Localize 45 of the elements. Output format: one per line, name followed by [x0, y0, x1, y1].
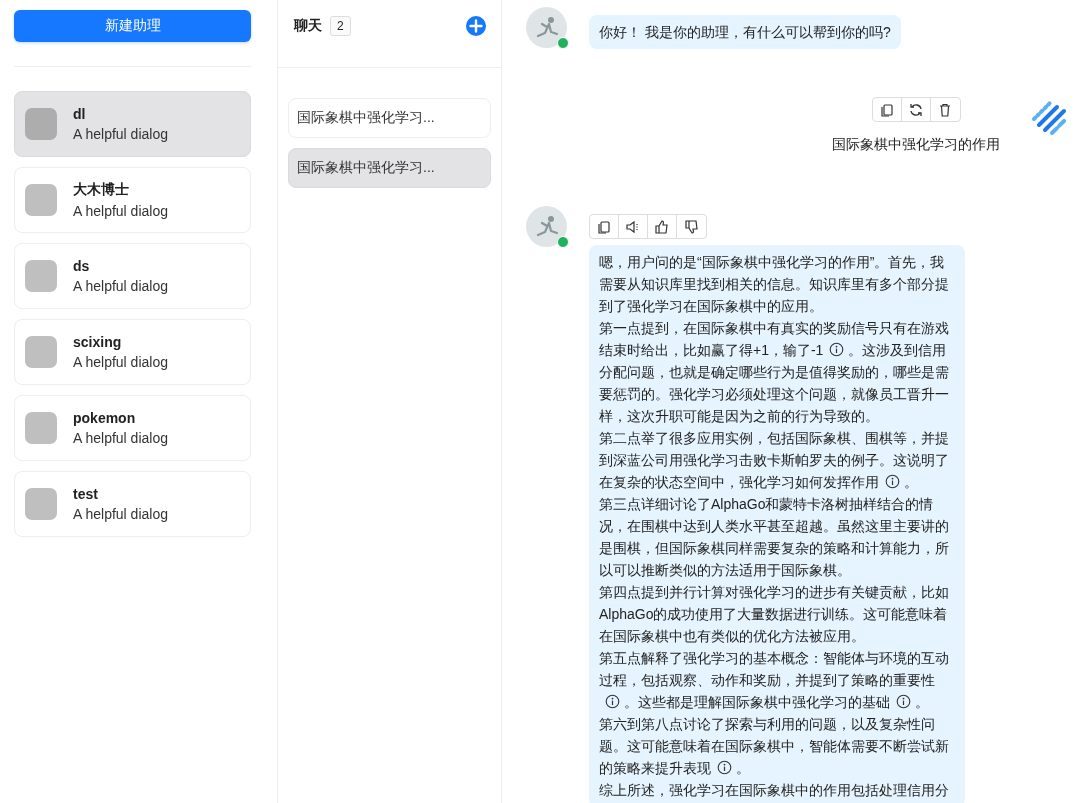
assistant-avatar — [25, 184, 57, 216]
assistant-message-bubble: 你好！ 我是你的助理，有什么可以帮到你的吗? — [589, 15, 901, 49]
assistant-description: A helpful dialog — [73, 126, 168, 142]
info-icon[interactable] — [605, 694, 620, 709]
copy-icon — [878, 101, 895, 118]
info-icon[interactable] — [717, 760, 732, 775]
new-assistant-button[interactable]: 新建助理 — [14, 10, 251, 42]
assistant-card[interactable]: ds A helpful dialog — [14, 243, 251, 309]
info-icon[interactable] — [885, 474, 900, 489]
user-message: 国际象棋中强化学习的作用 — [832, 136, 1000, 154]
assistant-avatar — [25, 412, 57, 444]
info-icon[interactable] — [896, 694, 911, 709]
assistant-name: pokemon — [73, 410, 137, 426]
thumbs-down-icon — [683, 218, 700, 235]
info-icon[interactable] — [829, 342, 845, 357]
assistant-name: test — [73, 486, 99, 502]
assistant-description: A helpful dialog — [73, 354, 168, 370]
assistant-avatar — [25, 488, 57, 520]
assistant-card[interactable]: dl A helpful dialog — [14, 91, 251, 157]
copy-icon — [596, 218, 612, 235]
assistant-description: A helpful dialog — [73, 278, 168, 294]
assistant-message-bubble: 嗯，用户问的是“国际象棋中强化学习的作用”。首先，我需要从知识库里找到相关的信息。知识库里有多个部分提到了强化学习在国际象棋中的应用。 第一点提到，在国际象棋中有真实的奖励信号只有在游戏结束时给出，比如赢了得+1，输了-1 。这涉及到信用分配问题，也就是确定哪些行为是值得奖励的，哪些是需要惩罚的。强化学习必须处理这个问题，就像员工晋升一样，这次升职可能是因为之前的行为导致的。 第二点举了很多应用实例，包括国际象棋、围棋等，并提到深蓝公司用强化学习击败卡斯帕罗夫的例子。这说明了在复杂的状态空间中，强化学习如何发挥作用 。 第三点详细讨论了AlphaGo和蒙特卡洛树抽样结合的情况，在围棋中达到人类水平甚至超越。虽然这里主要讲的是围棋，但国际象棋同样需要复杂的策略和计算能力，所以可以推断类似的方法适用于国际象棋。 第四点提到并行计算对强化学习的进步有关键贡献，比如AlphaGo的成功使用了大量数据进行训练。这可能意味着在国际象棋中也有类似的优化方法被应用。 第五点解释了强化学习的基本概念：智能体与环境的互动过程，包括观察、动作和奖励，并提到了策略的重要性 。这些都是理解国际象棋中强化学习的基础 。 第六到第八点讨论了探索与利用的问题，以及复杂性问题。这可能意味着在国际象棋中，智能体需要不断尝试新的策略来提升表现 。 综上所述，强化学习在国际象棋中的作用包括处理信用分 — [589, 245, 965, 803]
assistant-avatar — [25, 336, 57, 368]
assistant-name: ds — [73, 258, 91, 274]
assistant-card[interactable]: 大木博士 A helpful dialog — [14, 167, 251, 233]
assistant-description: A helpful dialog — [73, 430, 168, 446]
chat-item[interactable]: 国际象棋中强化学习... — [288, 98, 491, 138]
assistant-card[interactable]: pokemon A helpful dialog — [14, 395, 251, 461]
refresh-icon — [907, 101, 924, 118]
trash-icon — [937, 101, 953, 118]
chats-title: 聊天 — [294, 16, 322, 35]
assistant-name: scixing — [73, 334, 123, 350]
chat-item[interactable]: 国际象棋中强化学习... — [288, 148, 491, 188]
assistant-card[interactable]: test A helpful dialog — [14, 471, 251, 537]
assistant-avatar — [25, 260, 57, 292]
assistant-name: 大木博士 — [73, 181, 130, 199]
assistant-description: A helpful dialog — [73, 203, 168, 219]
speaker-icon — [625, 218, 641, 235]
chat-count-badge: 2 — [330, 15, 351, 36]
add-chat-icon[interactable] — [465, 14, 487, 37]
thumbs-up-icon — [654, 218, 670, 235]
assistant-avatar — [25, 108, 57, 140]
assistant-name: dl — [73, 106, 87, 122]
assistant-card[interactable]: scixing A helpful dialog — [14, 319, 251, 385]
assistant-description: A helpful dialog — [73, 506, 168, 522]
